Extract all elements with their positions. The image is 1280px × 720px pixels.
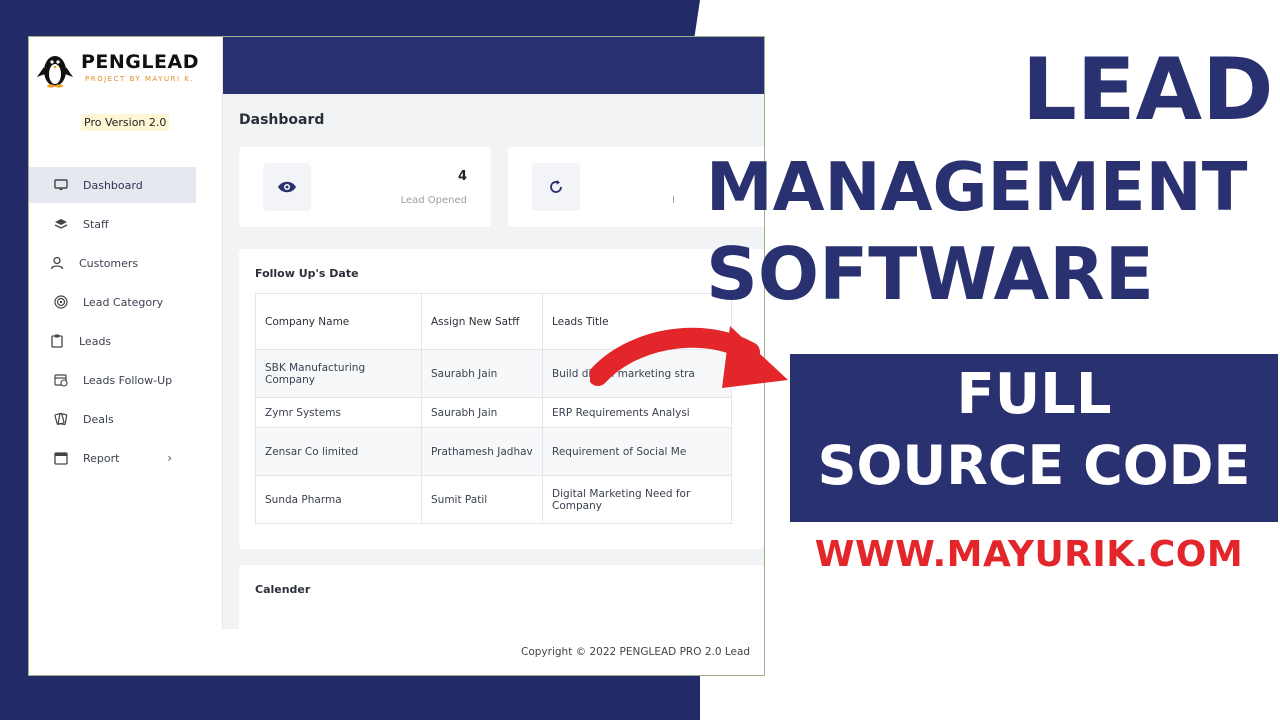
sidebar-item-customers[interactable]: Customers [29, 245, 196, 281]
stat-value: 4 [457, 169, 467, 184]
cell-staff: Saurabh Jain [421, 397, 543, 428]
stat-card-lead-opened: 4 Lead Opened [239, 147, 491, 227]
eye-icon [263, 163, 311, 211]
cell-staff: Prathamesh Jadhav [421, 427, 543, 476]
column-header: Company Name [255, 293, 422, 350]
red-arrow-icon [590, 326, 788, 388]
cell-company: Sunda Pharma [255, 475, 422, 524]
sidebar-item-lead-category[interactable]: Lead Category [29, 284, 196, 320]
website-url[interactable]: WWW.MAYURIK.COM [790, 534, 1268, 575]
sidebar-item-label: Customers [79, 256, 139, 270]
target-icon [53, 294, 69, 310]
penguin-logo-icon [37, 56, 73, 88]
headline-lead: LEAD [1022, 40, 1274, 140]
sidebar-item-deals[interactable]: Deals [29, 401, 196, 437]
cell-staff: Saurabh Jain [421, 349, 543, 398]
sidebar-item-label: Staff [83, 217, 109, 231]
sidebar-item-label: Lead Category [83, 295, 164, 309]
stat-label: Lead Opened [400, 195, 467, 206]
sidebar-item-leads[interactable]: Leads [29, 323, 196, 359]
footer: Copyright © 2022 PENGLEAD PRO 2.0 Lead [222, 629, 764, 675]
monitor-icon [53, 177, 69, 193]
sidebar-item-label: Leads Follow-Up [83, 373, 173, 387]
stat-label: I [672, 195, 675, 206]
source-code-banner: FULL SOURCE CODE [790, 354, 1278, 522]
headline-software: SOFTWARE [706, 232, 1154, 316]
logo-tagline: PROJECT BY MAYURI K. [85, 75, 195, 83]
layers-icon [53, 216, 69, 232]
calendar-icon [53, 450, 69, 466]
sidebar-item-dashboard[interactable]: Dashboard [29, 167, 196, 203]
banner-line-full: FULL [956, 362, 1112, 427]
column-header: Assign New Satff [421, 293, 543, 350]
followups-title: Follow Up's Date [255, 267, 359, 280]
clipboard-icon [49, 333, 65, 349]
cell-company: Zymr Systems [255, 397, 422, 428]
sidebar: PENGLEAD PROJECT BY MAYURI K. Pro Versio… [29, 37, 223, 675]
banner-line-source-code: SOURCE CODE [817, 434, 1251, 497]
sidebar-item-leads-follow-up[interactable]: Leads Follow-Up [29, 362, 196, 398]
copyright-text: Copyright © 2022 PENGLEAD PRO 2.0 Lead [521, 646, 751, 658]
cell-title: Requirement of Social Me [542, 427, 732, 476]
sidebar-item-staff[interactable]: Staff [29, 206, 196, 242]
user-icon [49, 255, 65, 271]
calendar-clock-icon [53, 372, 69, 388]
cell-staff: Sumit Patil [421, 475, 543, 524]
sidebar-item-label: Dashboard [83, 178, 143, 192]
calendar-title: Calender [255, 583, 311, 596]
cards-icon [53, 411, 69, 427]
cell-company: Zensar Co limited [255, 427, 422, 476]
version-badge: Pro Version 2.0 [81, 114, 170, 131]
table-row[interactable]: Sunda Pharma Sumit Patil Digital Marketi… [255, 475, 732, 524]
page-title: Dashboard [239, 112, 325, 128]
logo[interactable]: PENGLEAD PROJECT BY MAYURI K. [33, 49, 223, 89]
sidebar-item-label: Report [83, 451, 120, 465]
sidebar-item-label: Deals [83, 412, 114, 426]
sidebar-item-report[interactable]: Report › [29, 440, 196, 476]
refresh-icon [532, 163, 580, 211]
sidebar-item-label: Leads [79, 334, 112, 348]
chevron-right-icon: › [167, 451, 172, 465]
top-navbar [222, 37, 764, 94]
headline-management: MANAGEMENT [706, 148, 1248, 226]
table-row[interactable]: Zensar Co limited Prathamesh Jadhav Requ… [255, 427, 732, 476]
cell-company: SBK Manufacturing Company [255, 349, 422, 398]
logo-name: PENGLEAD [81, 51, 199, 73]
cell-title: Digital Marketing Need for Company [542, 475, 732, 524]
